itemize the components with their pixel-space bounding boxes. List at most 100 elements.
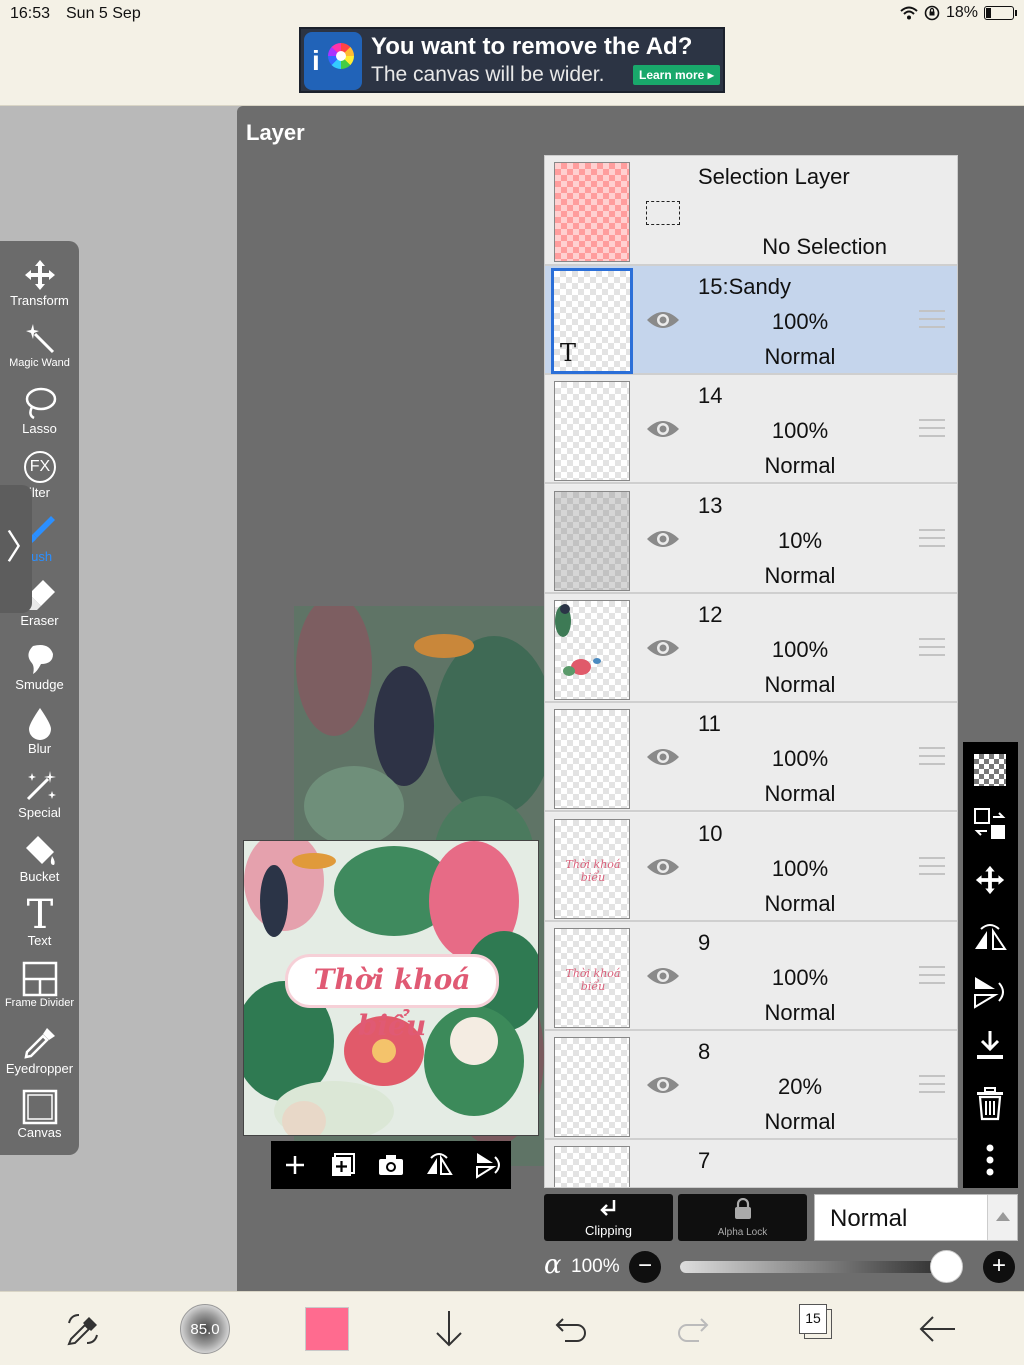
tool-magic-wand[interactable]: Magic Wand — [0, 319, 79, 383]
checkerboard-icon — [974, 754, 1006, 786]
drag-handle-icon[interactable] — [919, 528, 945, 547]
pen-eraser-switch-icon — [67, 1314, 98, 1346]
camera-import-button[interactable] — [373, 1147, 409, 1183]
clipping-label: Clipping — [585, 1223, 632, 1238]
layer-row[interactable]: Thời khoá biểu 9 100% Normal — [545, 921, 957, 1031]
drag-handle-icon[interactable] — [919, 856, 945, 875]
visibility-eye-icon[interactable] — [645, 525, 681, 553]
quick-tool-switch-button[interactable] — [60, 1306, 106, 1352]
bucket-icon — [26, 836, 55, 865]
layer-blend-mode: Normal — [764, 999, 836, 1025]
visibility-eye-icon[interactable] — [645, 853, 681, 881]
layer-thumbnail — [554, 1146, 630, 1187]
layer-row[interactable]: T 15:Sandy 100% Normal — [545, 266, 957, 375]
color-swatch-button[interactable] — [305, 1307, 349, 1351]
layer-row[interactable]: 11 100% Normal — [545, 703, 957, 813]
selection-layer-row[interactable]: Selection Layer No Selection — [545, 156, 957, 266]
orientation-lock-icon — [924, 5, 940, 21]
layer-blend-mode: Normal — [764, 890, 836, 916]
fx-filter-icon: FX — [24, 451, 56, 483]
undo-button[interactable] — [548, 1306, 594, 1352]
more-options-button[interactable] — [972, 1142, 1008, 1178]
canvas-preview[interactable]: Thời khoá biểu — [243, 840, 539, 1136]
tool-lasso[interactable]: Lasso — [0, 383, 79, 447]
layer-opacity: 100% — [771, 636, 829, 662]
layer-blend-mode: Normal — [764, 671, 836, 697]
tool-transform[interactable]: Transform — [0, 255, 79, 319]
flip-vertical-icon — [974, 977, 1004, 1009]
visibility-eye-icon[interactable] — [645, 306, 681, 334]
tool-smudge[interactable]: Smudge — [0, 639, 79, 703]
tool-blur[interactable]: Blur — [0, 703, 79, 767]
layers-button[interactable]: 15 — [799, 1304, 833, 1340]
swap-layer-button[interactable] — [972, 806, 1008, 842]
alpha-lock-label: Alpha Lock — [717, 1227, 768, 1238]
delete-layer-button[interactable] — [972, 1086, 1008, 1122]
tool-bucket[interactable]: Bucket — [0, 831, 79, 895]
drag-handle-icon[interactable] — [919, 637, 945, 656]
layer-row[interactable]: 8 20% Normal — [545, 1031, 957, 1141]
back-button[interactable] — [914, 1306, 960, 1352]
layer-actions-toolbar — [963, 742, 1018, 1188]
learn-more-button[interactable]: Learn more ▸ — [633, 65, 720, 85]
artwork-title-text: Thời khoá biểu — [288, 957, 496, 1042]
arrow-down-icon — [436, 1311, 462, 1347]
layer-row[interactable]: 13 10% Normal — [545, 484, 957, 594]
layer-row[interactable]: 12 100% Normal — [545, 593, 957, 703]
layer-thumbnail — [554, 599, 630, 700]
layer-row[interactable]: 7 — [545, 1140, 957, 1187]
flip-layer-horizontal-button[interactable] — [972, 919, 1008, 955]
more-vertical-icon — [986, 1144, 994, 1176]
smudge-icon — [28, 645, 53, 674]
toolbar-collapse-handle[interactable]: 〉 — [0, 485, 40, 613]
layer-opacity: 100% — [771, 418, 829, 444]
merge-down-button[interactable] — [972, 1028, 1008, 1064]
clipping-button[interactable]: Clipping — [544, 1194, 673, 1241]
opacity-slider[interactable] — [680, 1261, 963, 1273]
opacity-increase-button[interactable]: + — [983, 1251, 1015, 1283]
drag-handle-icon[interactable] — [919, 310, 945, 328]
redo-button[interactable] — [670, 1306, 716, 1352]
visibility-eye-icon[interactable] — [645, 634, 681, 662]
layer-thumbnail — [554, 381, 630, 482]
drag-handle-icon[interactable] — [919, 965, 945, 984]
opacity-decrease-button[interactable]: − — [629, 1251, 661, 1283]
ad-title: You want to remove the Ad? — [371, 33, 693, 60]
add-layer-button[interactable] — [277, 1147, 313, 1183]
flip-vertical-button[interactable] — [469, 1147, 505, 1183]
transparent-fill-button[interactable] — [972, 752, 1008, 788]
tool-canvas[interactable]: Canvas — [0, 1087, 79, 1151]
drag-handle-icon[interactable] — [919, 419, 945, 438]
status-bar: 16:53 Sun 5 Sep 18% i You want to remove… — [0, 0, 1024, 106]
visibility-eye-icon[interactable] — [645, 962, 681, 990]
drag-handle-icon[interactable] — [919, 1075, 945, 1094]
visibility-eye-icon[interactable] — [645, 1071, 681, 1099]
opacity-slider-thumb[interactable] — [930, 1250, 963, 1283]
visibility-eye-icon[interactable] — [645, 415, 681, 443]
blend-mode-select[interactable]: Normal — [814, 1194, 1018, 1241]
flip-layer-vertical-button[interactable] — [972, 974, 1008, 1010]
alpha-lock-button[interactable]: Alpha Lock — [678, 1194, 807, 1241]
add-special-layer-button[interactable] — [325, 1147, 361, 1183]
drag-handle-icon[interactable] — [919, 747, 945, 766]
layer-name: 13 — [698, 492, 723, 518]
brush-size-button[interactable]: 85.0 — [180, 1304, 230, 1354]
download-button[interactable] — [426, 1306, 472, 1352]
layer-name: 9 — [698, 929, 711, 955]
flip-horizontal-button[interactable] — [421, 1147, 457, 1183]
tool-frame-divider[interactable]: Frame Divider — [0, 959, 79, 1023]
visibility-eye-icon[interactable] — [645, 743, 681, 771]
status-indicators: 18% — [900, 4, 1017, 22]
tool-text[interactable]: T Text — [0, 895, 79, 959]
layer-row[interactable]: Thời khoá biểu 10 100% Normal — [545, 812, 957, 922]
blend-mode-value: Normal — [830, 1205, 908, 1232]
tool-special[interactable]: Special — [0, 767, 79, 831]
merge-down-icon — [977, 1031, 1003, 1059]
tool-eyedropper[interactable]: Eyedropper — [0, 1023, 79, 1087]
move-layer-button[interactable] — [972, 862, 1008, 898]
layer-thumbnail — [554, 490, 630, 591]
ad-banner[interactable]: i You want to remove the Ad? The canvas … — [299, 27, 725, 93]
layer-list[interactable]: Selection Layer No Selection T 15:Sandy 10… — [544, 155, 958, 1188]
layer-row[interactable]: 14 100% Normal — [545, 375, 957, 485]
lock-icon — [734, 1198, 751, 1219]
